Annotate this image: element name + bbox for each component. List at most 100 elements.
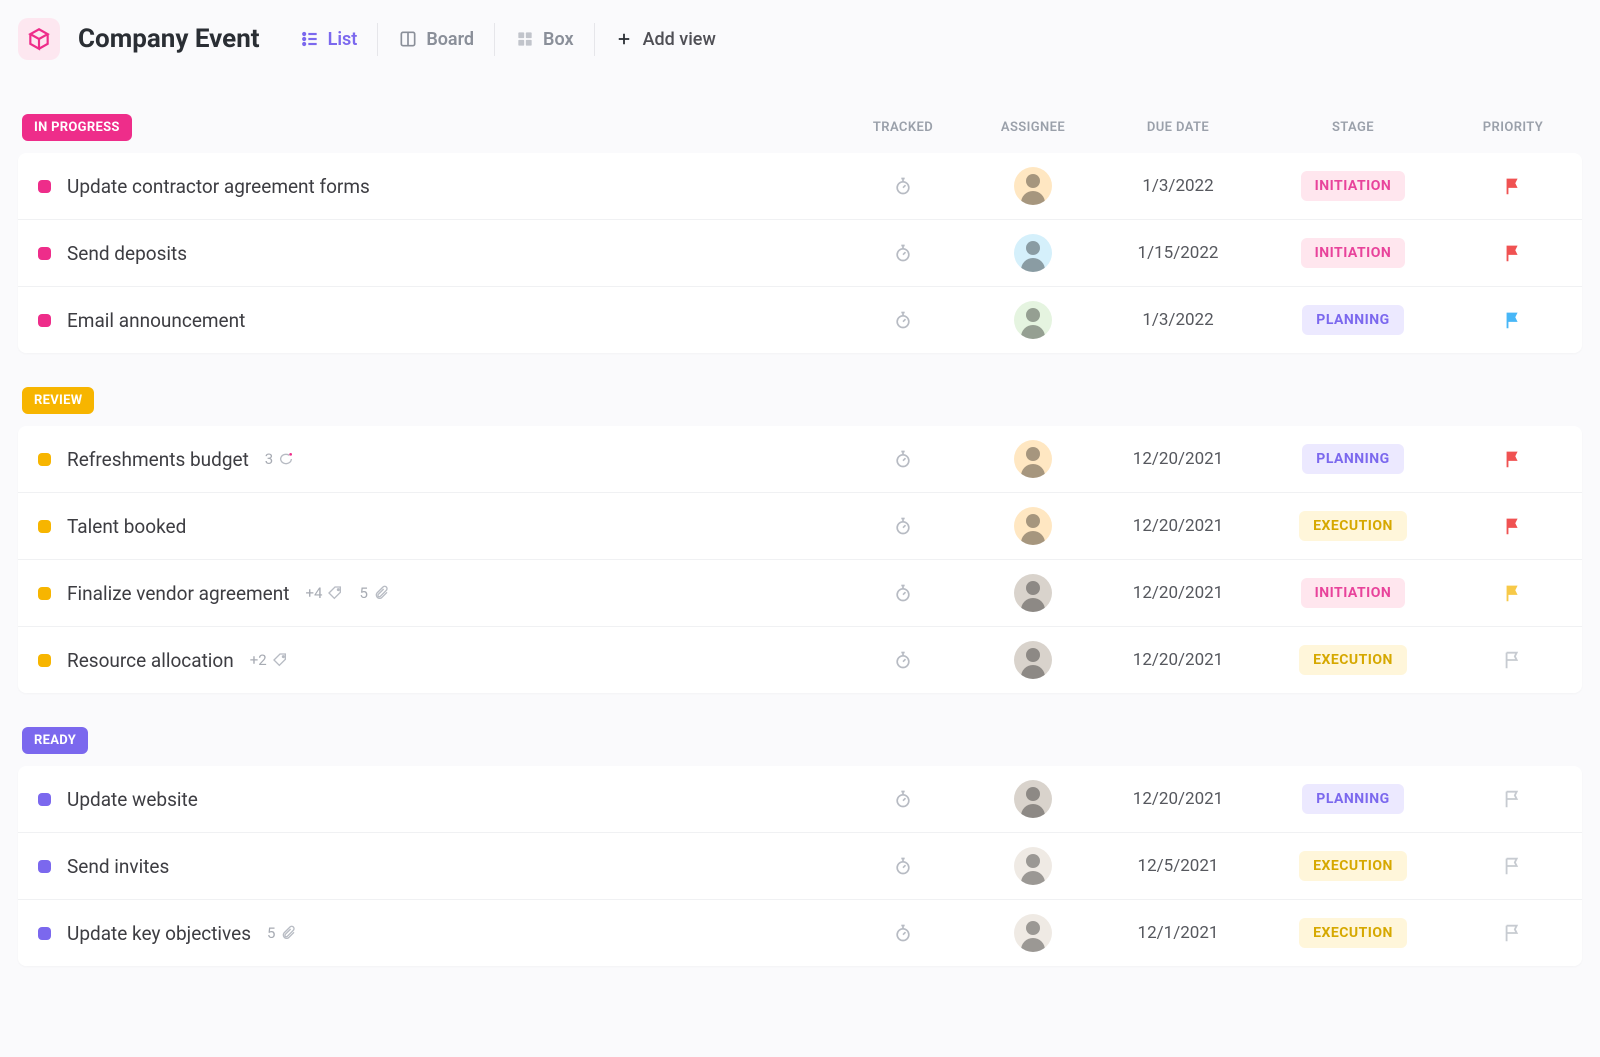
status-dot[interactable] xyxy=(38,180,51,193)
priority-cell xyxy=(1448,175,1578,197)
due-date[interactable]: 1/15/2022 xyxy=(1098,243,1258,263)
assignee-avatar[interactable] xyxy=(1014,167,1052,205)
box-icon xyxy=(515,29,535,49)
priority-flag-icon[interactable] xyxy=(1502,582,1524,604)
stage-pill[interactable]: EXECUTION xyxy=(1299,851,1407,881)
status-dot[interactable] xyxy=(38,654,51,667)
tab-box[interactable]: Box xyxy=(494,23,594,56)
stage-pill[interactable]: PLANNING xyxy=(1302,444,1403,474)
col-head-priority[interactable]: PRIORITY xyxy=(1448,120,1578,135)
stage-pill[interactable]: EXECUTION xyxy=(1299,645,1407,675)
status-dot[interactable] xyxy=(38,793,51,806)
status-dot[interactable] xyxy=(38,860,51,873)
tab-box-label: Box xyxy=(543,29,574,50)
assignee-avatar[interactable] xyxy=(1014,780,1052,818)
due-date[interactable]: 12/5/2021 xyxy=(1098,856,1258,876)
tab-list-label: List xyxy=(328,29,358,50)
assignee-avatar[interactable] xyxy=(1014,641,1052,679)
status-dot[interactable] xyxy=(38,247,51,260)
attachment-icon xyxy=(280,925,296,941)
stage-pill[interactable]: PLANNING xyxy=(1302,305,1403,335)
priority-flag-icon[interactable] xyxy=(1502,242,1524,264)
status-dot[interactable] xyxy=(38,927,51,940)
task-row[interactable]: Send deposits 1/15/2022INITIATION xyxy=(18,219,1582,286)
stopwatch-icon[interactable] xyxy=(893,449,913,469)
priority-flag-icon[interactable] xyxy=(1502,922,1524,944)
task-row[interactable]: Update key objectives5 12/1/2021EXECUTIO… xyxy=(18,899,1582,966)
stopwatch-icon[interactable] xyxy=(893,650,913,670)
stage-pill[interactable]: INITIATION xyxy=(1301,238,1406,268)
due-date[interactable]: 12/20/2021 xyxy=(1098,449,1258,469)
due-date[interactable]: 12/20/2021 xyxy=(1098,516,1258,536)
task-row[interactable]: Refreshments budget3 12/20/2021PLANNING xyxy=(18,426,1582,492)
priority-cell xyxy=(1448,582,1578,604)
due-date[interactable]: 1/3/2022 xyxy=(1098,310,1258,330)
assignee-avatar[interactable] xyxy=(1014,574,1052,612)
section-head: REVIEW xyxy=(18,387,1582,426)
status-pill[interactable]: READY xyxy=(22,727,88,754)
priority-flag-icon[interactable] xyxy=(1502,855,1524,877)
attachments-count[interactable]: 5 xyxy=(359,584,388,602)
tracked-cell xyxy=(838,449,968,469)
tab-list[interactable]: List xyxy=(300,23,378,56)
status-dot[interactable] xyxy=(38,520,51,533)
assignee-avatar[interactable] xyxy=(1014,301,1052,339)
stopwatch-icon[interactable] xyxy=(893,583,913,603)
status-pill[interactable]: REVIEW xyxy=(22,387,94,414)
status-dot[interactable] xyxy=(38,453,51,466)
comments-count[interactable]: 3 xyxy=(265,450,294,468)
task-row[interactable]: Update website 12/20/2021PLANNING xyxy=(18,766,1582,832)
stopwatch-icon[interactable] xyxy=(893,856,913,876)
priority-cell xyxy=(1448,515,1578,537)
task-row[interactable]: Talent booked 12/20/2021EXECUTION xyxy=(18,492,1582,559)
priority-flag-icon[interactable] xyxy=(1502,309,1524,331)
col-head-stage[interactable]: STAGE xyxy=(1258,120,1448,135)
header: Company Event List Board xyxy=(18,18,1582,88)
priority-flag-icon[interactable] xyxy=(1502,788,1524,810)
status-dot[interactable] xyxy=(38,587,51,600)
add-view-button[interactable]: Add view xyxy=(594,23,736,56)
view-tabs: List Board Box Add view xyxy=(300,23,736,56)
assignee-avatar[interactable] xyxy=(1014,847,1052,885)
assignee-avatar[interactable] xyxy=(1014,234,1052,272)
stopwatch-icon[interactable] xyxy=(893,176,913,196)
stopwatch-icon[interactable] xyxy=(893,516,913,536)
tags-count[interactable]: +4 xyxy=(305,584,343,602)
due-date[interactable]: 12/20/2021 xyxy=(1098,650,1258,670)
status-pill[interactable]: IN PROGRESS xyxy=(22,114,132,141)
stage-pill[interactable]: EXECUTION xyxy=(1299,511,1407,541)
due-date[interactable]: 12/20/2021 xyxy=(1098,789,1258,809)
col-head-due_date[interactable]: DUE DATE xyxy=(1098,120,1258,135)
priority-flag-icon[interactable] xyxy=(1502,515,1524,537)
priority-cell xyxy=(1448,649,1578,671)
attachments-count[interactable]: 5 xyxy=(267,924,296,942)
tags-count[interactable]: +2 xyxy=(250,651,288,669)
col-head-tracked[interactable]: TRACKED xyxy=(838,120,968,135)
task-row[interactable]: Update contractor agreement forms 1/3/20… xyxy=(18,153,1582,219)
assignee-avatar[interactable] xyxy=(1014,440,1052,478)
task-row[interactable]: Email announcement 1/3/2022PLANNING xyxy=(18,286,1582,353)
due-date[interactable]: 1/3/2022 xyxy=(1098,176,1258,196)
stage-pill[interactable]: EXECUTION xyxy=(1299,918,1407,948)
assignee-avatar[interactable] xyxy=(1014,507,1052,545)
stage-pill[interactable]: INITIATION xyxy=(1301,171,1406,201)
stopwatch-icon[interactable] xyxy=(893,923,913,943)
priority-flag-icon[interactable] xyxy=(1502,649,1524,671)
priority-flag-icon[interactable] xyxy=(1502,175,1524,197)
stopwatch-icon[interactable] xyxy=(893,310,913,330)
due-date[interactable]: 12/20/2021 xyxy=(1098,583,1258,603)
task-row[interactable]: Resource allocation+2 12/20/2021EXECUTIO… xyxy=(18,626,1582,693)
task-row[interactable]: Send invites 12/5/2021EXECUTION xyxy=(18,832,1582,899)
col-head-assignee[interactable]: ASSIGNEE xyxy=(968,120,1098,135)
stage-pill[interactable]: PLANNING xyxy=(1302,784,1403,814)
status-dot[interactable] xyxy=(38,314,51,327)
due-date[interactable]: 12/1/2021 xyxy=(1098,923,1258,943)
priority-flag-icon[interactable] xyxy=(1502,448,1524,470)
task-row[interactable]: Finalize vendor agreement+45 12/20/2021I… xyxy=(18,559,1582,626)
stopwatch-icon[interactable] xyxy=(893,789,913,809)
assignee-avatar[interactable] xyxy=(1014,914,1052,952)
space-title[interactable]: Company Event xyxy=(78,24,260,54)
stopwatch-icon[interactable] xyxy=(893,243,913,263)
stage-pill[interactable]: INITIATION xyxy=(1301,578,1406,608)
tab-board[interactable]: Board xyxy=(377,23,494,56)
